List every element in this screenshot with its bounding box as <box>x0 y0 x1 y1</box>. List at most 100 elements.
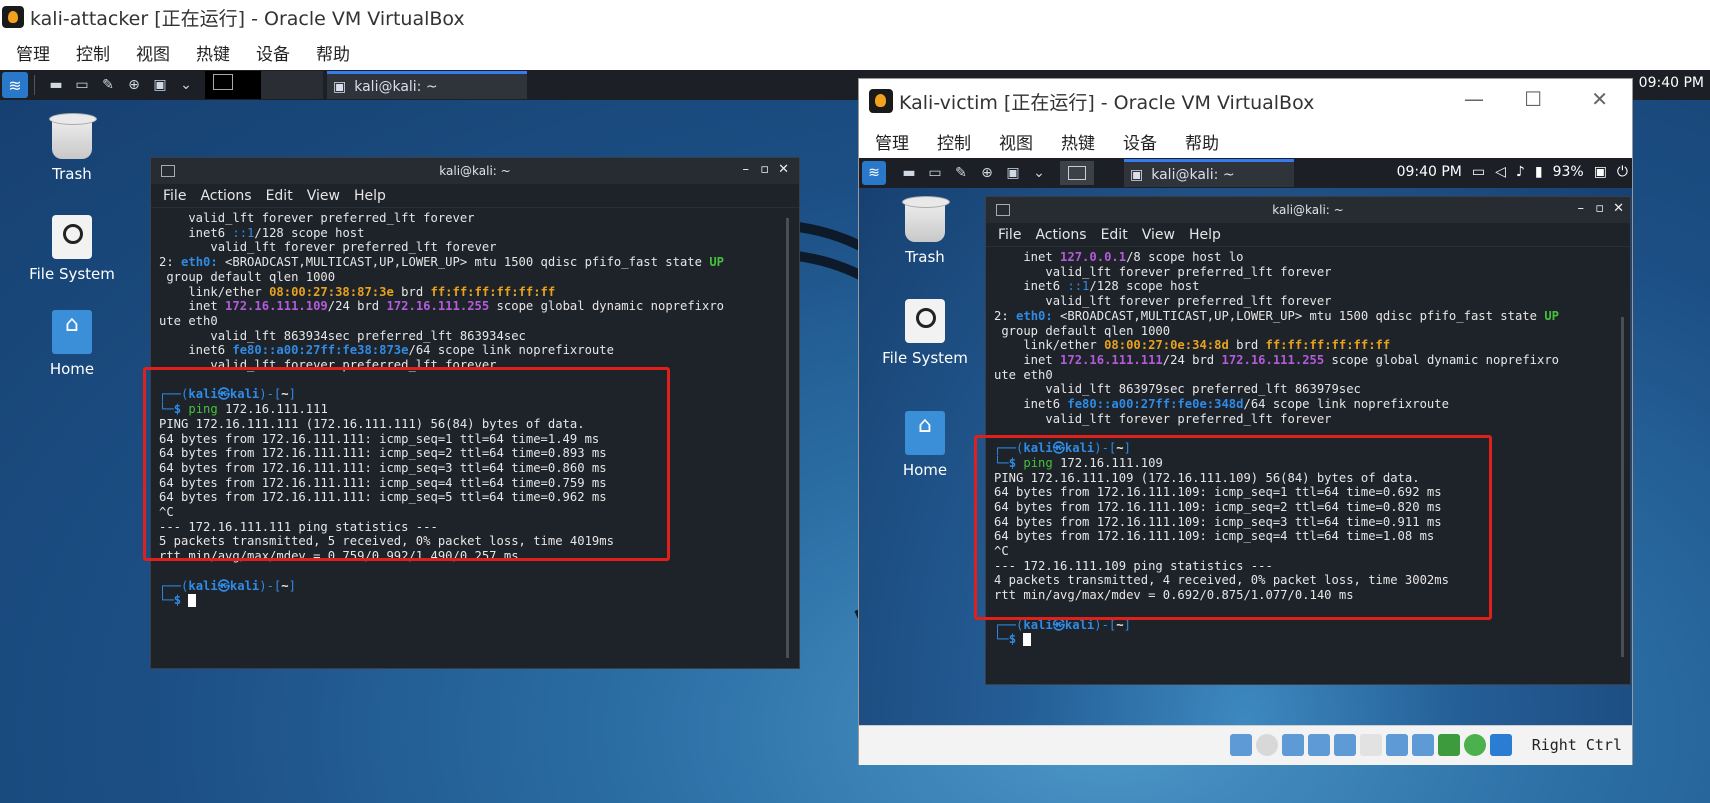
terminal-menu-view[interactable]: View <box>1142 227 1175 243</box>
shared-folder-icon[interactable] <box>1360 734 1382 756</box>
trash-icon <box>49 113 97 159</box>
desktop-icon-file-system[interactable]: File System <box>27 215 117 283</box>
close-icon[interactable]: ✕ <box>1591 87 1608 111</box>
desktop-icon-label: Trash <box>905 248 945 266</box>
terminal-menu-help[interactable]: Help <box>1189 227 1221 243</box>
terminal-icon: ▣ <box>333 78 347 95</box>
text-editor-icon[interactable]: ✎ <box>950 162 972 184</box>
audio-icon[interactable] <box>1282 734 1304 756</box>
taskbar-terminal[interactable]: ▣ kali@kali: ~ <box>327 71 527 99</box>
menu-manage[interactable]: 管理 <box>16 40 50 65</box>
terminal-title-bar[interactable]: kali@kali: ~ – ▫ ✕ <box>151 158 799 184</box>
desktop-icon-trash[interactable]: Trash <box>27 113 117 183</box>
chevron-down-icon[interactable]: ⌄ <box>1028 162 1050 184</box>
system-tray: 09:40 PM ▭ ◁ ♪ ▮ 93% ▣ ⏻ <box>1397 164 1628 180</box>
display-icon[interactable] <box>1386 734 1408 756</box>
desktop-icon-trash[interactable]: Trash <box>880 196 970 266</box>
desktop-icon-home[interactable]: Home <box>27 310 117 378</box>
kali-menu-icon[interactable]: ≋ <box>862 161 886 185</box>
terminal-scrollbar[interactable] <box>786 218 789 658</box>
output-line: ute eth0 <box>159 313 218 328</box>
mouse-integration-icon[interactable] <box>1490 734 1512 756</box>
cpu-activity-icon[interactable] <box>1438 734 1460 756</box>
terminal-menu-edit[interactable]: Edit <box>1101 227 1128 243</box>
file-manager-icon[interactable]: ▭ <box>924 162 946 184</box>
terminal-menu-file[interactable]: File <box>998 227 1021 243</box>
terminal-menu-file[interactable]: File <box>163 188 186 204</box>
chevron-down-icon[interactable]: ⌄ <box>175 74 197 96</box>
output-line: inet6 fe80::a00:27ff:fe0e:348d/64 scope … <box>994 397 1449 412</box>
desktop-icon-label: File System <box>29 265 115 283</box>
show-desktop-icon[interactable]: ▬ <box>898 162 920 184</box>
menu-hotkey[interactable]: 热键 <box>1061 129 1095 154</box>
close-icon[interactable]: ✕ <box>1613 201 1624 216</box>
power-icon[interactable]: ⏻ <box>1617 164 1628 180</box>
output-line: valid_lft forever preferred_lft forever <box>994 294 1332 309</box>
output-line: inet 172.16.111.109/24 brd 172.16.111.25… <box>159 299 725 314</box>
terminal-menu-help[interactable]: Help <box>354 188 386 204</box>
desktop-icon-home[interactable]: Home <box>880 411 970 479</box>
usb-icon[interactable] <box>1334 734 1356 756</box>
command-line[interactable]: └─$ <box>994 632 1618 647</box>
terminal-menu-view[interactable]: View <box>307 188 340 204</box>
output-line: inet 127.0.0.1/8 scope host lo <box>994 250 1244 264</box>
text-editor-icon[interactable]: ✎ <box>97 74 119 96</box>
desktop-icon-label: Trash <box>52 165 92 183</box>
network-icon[interactable] <box>1308 734 1330 756</box>
workspace-2[interactable] <box>261 71 323 99</box>
notification-bell-icon[interactable]: ♪ <box>1516 164 1525 180</box>
optical-drive-icon[interactable] <box>1256 734 1278 756</box>
maximize-icon[interactable]: ▫ <box>760 162 769 177</box>
output-line: inet6 ::1/128 scope host <box>159 225 365 240</box>
video-capture-icon[interactable] <box>1412 734 1434 756</box>
guest-additions-icon[interactable] <box>1464 734 1486 756</box>
menu-control[interactable]: 控制 <box>76 40 110 65</box>
workspace-1[interactable] <box>205 71 261 99</box>
text-cursor <box>1023 633 1032 647</box>
minimize-icon[interactable]: – <box>1578 201 1585 216</box>
terminal-launcher-icon[interactable]: ▣ <box>149 74 171 96</box>
show-desktop-icon[interactable]: ▬ <box>45 74 67 96</box>
host-key-label: Right Ctrl <box>1531 736 1622 754</box>
web-browser-icon[interactable]: ⊕ <box>123 74 145 96</box>
terminal-menu-actions[interactable]: Actions <box>200 188 251 204</box>
terminal-menu-edit[interactable]: Edit <box>266 188 293 204</box>
menu-devices[interactable]: 设备 <box>256 40 290 65</box>
desktop-icon-file-system[interactable]: File System <box>880 299 970 367</box>
terminal-title-bar[interactable]: kali@kali: ~ – ▫ ✕ <box>986 197 1630 223</box>
terminal-menu-actions[interactable]: Actions <box>1035 227 1086 243</box>
minimize-icon[interactable]: — <box>1464 87 1484 111</box>
terminal-launcher-icon[interactable]: ▣ <box>1002 162 1024 184</box>
workspace-1[interactable] <box>1060 161 1094 185</box>
status-icons <box>1230 734 1512 756</box>
output-line: 2: eth0: <BROADCAST,MULTICAST,UP,LOWER_U… <box>994 308 1560 323</box>
minimize-icon[interactable]: – <box>743 162 750 177</box>
menu-manage[interactable]: 管理 <box>875 129 909 154</box>
maximize-icon[interactable]: ☐ <box>1524 87 1542 111</box>
hard-disk-icon[interactable] <box>1230 734 1252 756</box>
menu-view[interactable]: 视图 <box>136 40 170 65</box>
menu-view[interactable]: 视图 <box>999 129 1033 154</box>
menu-hotkey[interactable]: 热键 <box>196 40 230 65</box>
file-manager-icon[interactable]: ▭ <box>71 74 93 96</box>
volume-icon[interactable]: ◁ <box>1495 164 1506 180</box>
maximize-icon[interactable]: ▫ <box>1595 201 1604 216</box>
kali-menu-icon[interactable]: ≋ <box>2 72 28 98</box>
menu-control[interactable]: 控制 <box>937 129 971 154</box>
menu-help[interactable]: 帮助 <box>1185 129 1219 154</box>
output-line: valid_lft forever preferred_lft forever <box>159 240 497 255</box>
taskbar-terminal[interactable]: ▣ kali@kali: ~ <box>1124 159 1294 187</box>
output-line: link/ether 08:00:27:38:87:3e brd ff:ff:f… <box>159 284 556 299</box>
terminal-scrollbar[interactable] <box>1621 317 1624 657</box>
display-icon[interactable]: ▭ <box>1472 164 1485 180</box>
menu-help[interactable]: 帮助 <box>316 40 350 65</box>
battery-icon[interactable]: ▮ <box>1535 164 1543 180</box>
lock-icon[interactable]: ▣ <box>1594 164 1607 180</box>
close-icon[interactable]: ✕ <box>778 162 789 177</box>
web-browser-icon[interactable]: ⊕ <box>976 162 998 184</box>
victim-virtualbox-window: Kali-victim [正在运行] - Oracle VM VirtualBo… <box>858 78 1633 765</box>
menu-devices[interactable]: 设备 <box>1123 129 1157 154</box>
command-line[interactable]: └─$ <box>159 593 783 608</box>
output-line: valid_lft forever preferred_lft forever <box>994 264 1332 279</box>
victim-title-bar[interactable]: Kali-victim [正在运行] - Oracle VM VirtualBo… <box>859 79 1632 123</box>
